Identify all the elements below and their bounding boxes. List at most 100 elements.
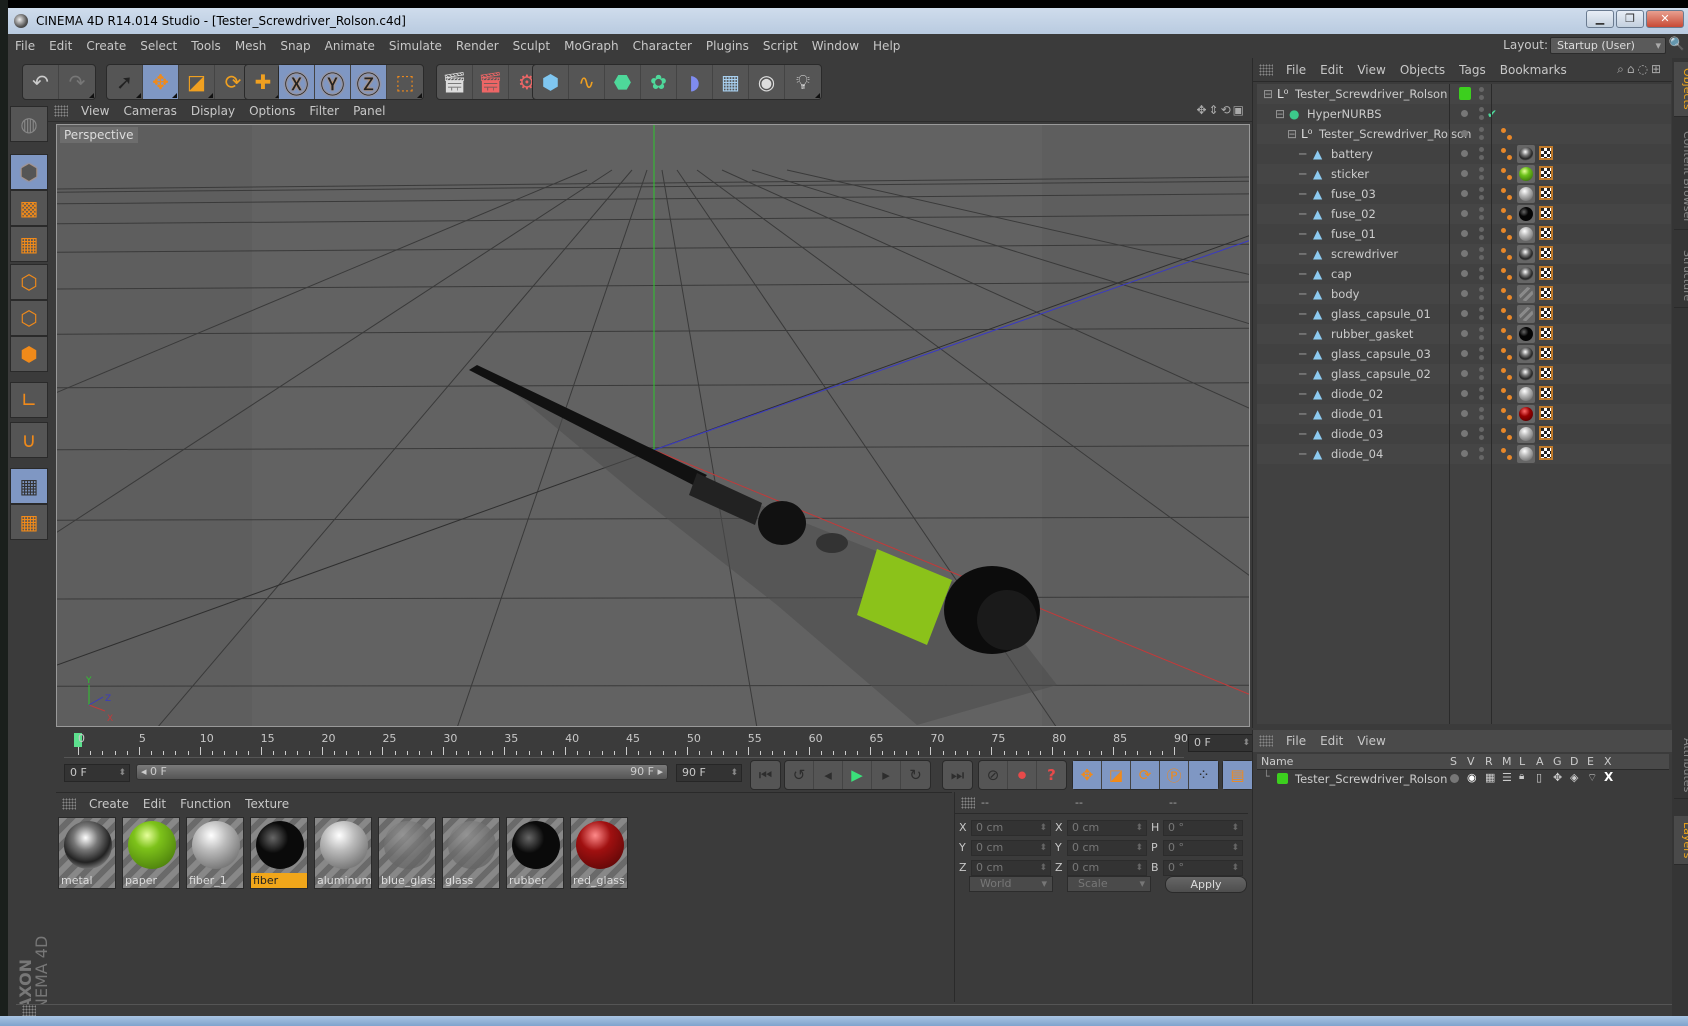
- texture-mode-button[interactable]: ▩: [10, 190, 48, 226]
- phong-tag-icon[interactable]: [1501, 148, 1506, 153]
- menu-character[interactable]: Character: [626, 39, 699, 53]
- object-menu-tags[interactable]: Tags: [1452, 63, 1493, 77]
- menu-window[interactable]: Window: [805, 39, 866, 53]
- menu-create[interactable]: Create: [79, 39, 133, 53]
- render-visibility-dot-top[interactable]: [1479, 267, 1484, 272]
- y-axis-button[interactable]: Ⓨ: [315, 65, 351, 99]
- material-menu-function[interactable]: Function: [173, 797, 238, 811]
- size-z-field[interactable]: 0 cm: [1067, 860, 1147, 876]
- menu-plugins[interactable]: Plugins: [699, 39, 756, 53]
- render-visibility-dot-top[interactable]: [1479, 327, 1484, 332]
- render-visibility-dot-top[interactable]: [1479, 107, 1484, 112]
- phong-tag-icon[interactable]: [1501, 408, 1506, 413]
- eye-toggle-icon[interactable]: ◌: [1637, 62, 1650, 76]
- home-icon[interactable]: ⌂: [1627, 62, 1638, 76]
- render-visibility-dot-top[interactable]: [1479, 167, 1484, 172]
- go-to-start-button[interactable]: ⏮: [751, 761, 780, 789]
- material-fiber-1[interactable]: fiber_1: [186, 817, 244, 889]
- material-tag[interactable]: [1517, 145, 1535, 163]
- editor-visibility-dot[interactable]: [1461, 130, 1468, 137]
- visible-eye-icon[interactable]: ◉: [1467, 771, 1477, 784]
- render-visibility-dot-top[interactable]: [1479, 347, 1484, 352]
- phong-tag-icon[interactable]: [1501, 248, 1506, 253]
- menu-simulate[interactable]: Simulate: [382, 39, 449, 53]
- layer-column-v[interactable]: V: [1467, 755, 1475, 768]
- layer-color-swatch[interactable]: [1459, 87, 1471, 100]
- render-visibility-dot-top[interactable]: [1479, 207, 1484, 212]
- layer-column-m[interactable]: M: [1502, 755, 1512, 768]
- array-button[interactable]: ✿: [641, 65, 677, 99]
- toggle-view-icon[interactable]: ▣: [1233, 103, 1246, 117]
- material-red-glass[interactable]: red_glass: [570, 817, 628, 889]
- animation-film-icon[interactable]: ▯: [1536, 771, 1542, 784]
- menu-tools[interactable]: Tools: [184, 39, 228, 53]
- restore-button[interactable]: ❐: [1616, 10, 1644, 28]
- material-tag[interactable]: [1517, 245, 1535, 263]
- keyframe-selection-button[interactable]: ?: [1037, 761, 1066, 789]
- editor-visibility-dot[interactable]: [1461, 190, 1468, 197]
- phong-tag-icon[interactable]: [1501, 328, 1506, 333]
- rot-h-field[interactable]: 0 °: [1163, 820, 1243, 836]
- layer-column-e[interactable]: E: [1587, 755, 1594, 768]
- layer-column-name[interactable]: Name: [1261, 755, 1293, 768]
- record-parameter-button[interactable]: Ⓟ: [1160, 761, 1189, 789]
- render-visibility-dot-bottom[interactable]: [1479, 175, 1484, 180]
- lock-icon[interactable]: 🔒︎: [1519, 771, 1524, 782]
- viewport-menu-display[interactable]: Display: [184, 104, 242, 118]
- panel-grip[interactable]: [1259, 735, 1273, 747]
- range-start-field[interactable]: 0 F: [64, 764, 130, 782]
- render-picture-viewer-button[interactable]: 🎬︎: [473, 65, 509, 99]
- render-visibility-dot-bottom[interactable]: [1479, 335, 1484, 340]
- material-tag[interactable]: [1517, 305, 1535, 323]
- layer-menu-view[interactable]: View: [1350, 734, 1392, 748]
- edges-mode-button[interactable]: ⬡: [10, 300, 48, 336]
- editor-visibility-dot[interactable]: [1461, 150, 1468, 157]
- panel-grip[interactable]: [54, 104, 68, 117]
- rot-p-field[interactable]: 0 °: [1163, 840, 1243, 856]
- uvw-tag-icon[interactable]: [1539, 266, 1553, 280]
- render-visibility-dot-top[interactable]: [1479, 187, 1484, 192]
- dolly-icon[interactable]: ⇕: [1209, 103, 1221, 117]
- phong-tag-icon[interactable]: [1501, 368, 1506, 373]
- material-menu-texture[interactable]: Texture: [238, 797, 296, 811]
- editor-visibility-dot[interactable]: [1461, 210, 1468, 217]
- uvw-tag-icon[interactable]: [1539, 146, 1553, 160]
- object-row-cap[interactable]: ─ ▲ cap: [1257, 264, 1671, 284]
- material-metal[interactable]: metal: [58, 817, 116, 889]
- render-visibility-dot-bottom[interactable]: [1479, 255, 1484, 260]
- timeline-ruler[interactable]: 0 5 10 15 20 25 30 35 40 45 50 55 60 65 70 75 80 85 90 0 F: [56, 730, 1254, 762]
- material-tag[interactable]: [1517, 265, 1535, 283]
- record-rotation-button[interactable]: ⟳: [1131, 761, 1160, 789]
- menu-select[interactable]: Select: [133, 39, 184, 53]
- coordinate-mode-select[interactable]: Scale: [1067, 876, 1151, 892]
- viewport-menu-view[interactable]: View: [74, 104, 116, 118]
- object-row-glass-capsule-02[interactable]: ─ ▲ glass_capsule_02: [1257, 364, 1671, 384]
- side-tab-content-browser[interactable]: Content Browser: [1674, 125, 1688, 230]
- render-visibility-dot-bottom[interactable]: [1479, 155, 1484, 160]
- enabled-check-icon[interactable]: ✔: [1487, 107, 1497, 121]
- editor-visibility-dot[interactable]: [1461, 310, 1468, 317]
- render-visibility-dot-bottom[interactable]: [1479, 375, 1484, 380]
- object-row-diode-04[interactable]: ─ ▲ diode_04: [1257, 444, 1671, 464]
- object-menu-file[interactable]: File: [1279, 63, 1313, 77]
- generators-icon[interactable]: ✥: [1553, 771, 1562, 784]
- phong-tag-icon[interactable]: [1501, 348, 1506, 353]
- pan-icon[interactable]: ✥: [1196, 103, 1208, 117]
- planar-workplane-button[interactable]: ▦: [10, 504, 48, 540]
- search-icon[interactable]: 🔍: [1669, 37, 1685, 52]
- render-visibility-dot-top[interactable]: [1479, 227, 1484, 232]
- menu-mesh[interactable]: Mesh: [228, 39, 274, 53]
- layer-menu-edit[interactable]: Edit: [1313, 734, 1350, 748]
- move-button[interactable]: ✥: [143, 65, 179, 99]
- z-axis-button[interactable]: Ⓩ: [351, 65, 387, 99]
- uvw-tag-icon[interactable]: [1539, 186, 1553, 200]
- record-point-level-button[interactable]: ⁘: [1189, 761, 1218, 789]
- side-tab-structure[interactable]: Structure: [1674, 244, 1688, 309]
- object-row-fuse-03[interactable]: ─ ▲ fuse_03: [1257, 184, 1671, 204]
- material-tag[interactable]: [1517, 345, 1535, 363]
- points-mode-button[interactable]: ⬡: [10, 264, 48, 300]
- search-icon[interactable]: ⌕: [1617, 62, 1627, 76]
- uvw-tag-icon[interactable]: [1539, 446, 1553, 460]
- side-tab-layers[interactable]: Layers: [1674, 816, 1688, 866]
- render-visibility-dot-bottom[interactable]: [1479, 95, 1484, 100]
